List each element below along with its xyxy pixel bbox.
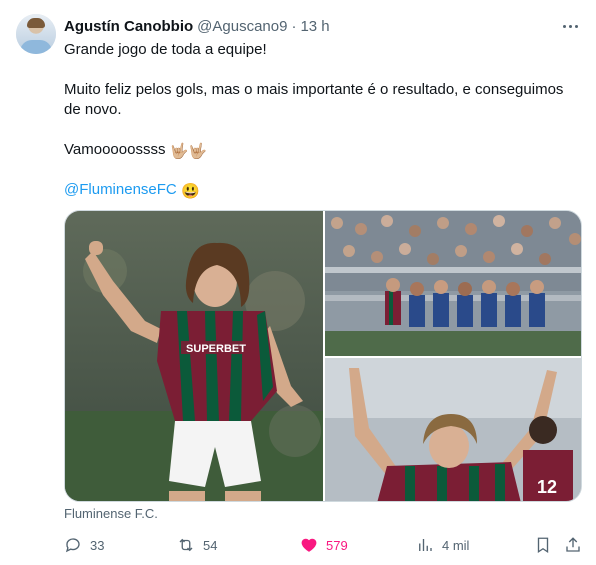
views-icon [419,539,432,551]
photo-player-celebrating-illustration: SUPERBET [65,211,323,501]
avatar[interactable] [16,14,56,54]
mention-link[interactable]: @FluminenseFC [64,181,177,198]
tweet-line-4: @FluminenseFC 😃 [64,180,200,202]
smiley-emoji: 😃 [180,183,200,200]
views-count: 4 mil [442,537,470,553]
repost-button[interactable]: 54 [177,534,217,556]
like-icon [301,538,317,552]
author-name[interactable]: Agustín Canobbio [64,18,193,35]
like-button[interactable]: 579 [300,534,348,556]
reply-button[interactable]: 33 [64,534,104,556]
photo-player-arms-raised[interactable]: 12 [325,358,581,501]
shirt-sponsor-text: SUPERBET [186,343,246,355]
share-button[interactable] [564,534,582,556]
like-count: 579 [326,537,348,553]
media-grid: SUPERBET 12 [64,210,582,502]
tweet-header: Agustín Canobbio @Aguscano9 · 13 h [64,16,580,36]
repost-count: 54 [203,537,218,553]
share-icon [566,537,580,552]
tweet-time[interactable]: 13 h [300,18,329,35]
tweet-line-2: Muito feliz pelos gols, mas o mais impor… [64,81,564,118]
action-bar: 33 54 579 4 mil [64,534,580,556]
rock-hand-emoji: 🤟🏼🤟🏼 [169,143,207,160]
reply-icon [65,538,80,553]
bookmark-icon [537,537,549,554]
photo-team-celebration-illustration [325,211,581,356]
photo-player-celebrating[interactable]: SUPERBET [65,211,323,501]
views-button[interactable]: 4 mil [416,534,469,556]
repost-icon [179,538,193,552]
media-caption: Fluminense F.C. [64,506,158,521]
bookmark-button[interactable] [534,534,552,556]
tweet-line-3-text: Vamooooossss [64,141,166,158]
photo-player-arms-raised-illustration: 12 [325,358,581,501]
author-handle[interactable]: @Aguscano9 [197,18,287,35]
tweet-line-3: Vamooooossss 🤟🏼🤟🏼 [64,140,207,162]
reply-count: 33 [90,537,105,553]
tweet-line-1: Grande jogo de toda a equipe! [64,41,267,58]
teammate-shirt-number: 12 [537,477,557,497]
more-icon[interactable] [560,16,580,36]
photo-team-celebration[interactable] [325,211,581,356]
separator-dot: · [291,17,297,35]
